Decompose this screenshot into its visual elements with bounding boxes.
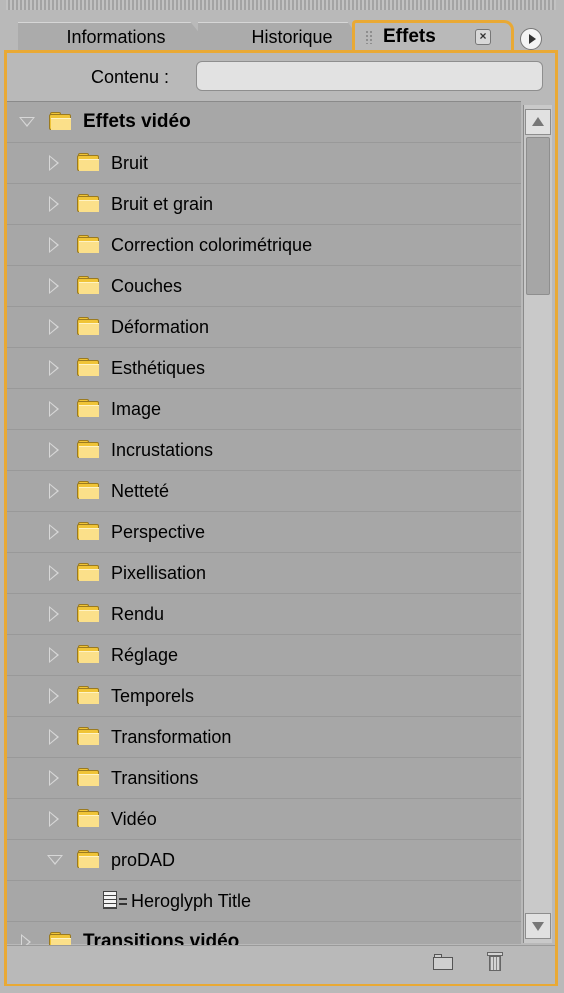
tree-item-label: Déformation: [111, 317, 210, 337]
disclosure-collapsed-icon[interactable]: [49, 811, 59, 827]
tree-folder-item[interactable]: Temporels: [7, 676, 521, 717]
tree-folder-item[interactable]: Transformation: [7, 717, 521, 758]
disclosure-collapsed-icon[interactable]: [49, 278, 59, 294]
folder-icon: [77, 850, 99, 868]
folder-icon: [77, 563, 99, 581]
disclosure-collapsed-icon[interactable]: [49, 565, 59, 581]
tree-folder-item[interactable]: Déformation: [7, 307, 521, 348]
disclosure-collapsed-icon[interactable]: [49, 729, 59, 745]
tab-effets-label: Effets: [383, 26, 436, 47]
tree-folder-item[interactable]: Correction colorimétrique: [7, 225, 521, 266]
tree-folder-item[interactable]: Transitions: [7, 758, 521, 799]
folder-icon: [77, 399, 99, 417]
search-input[interactable]: [196, 61, 543, 91]
tree-folder-item[interactable]: Image: [7, 389, 521, 430]
tree-item-label: Pixellisation: [111, 563, 207, 583]
scroll-thumb[interactable]: [526, 137, 550, 295]
tree-folder-item[interactable]: Bruit: [7, 143, 521, 184]
tree-item-label: Effets vidéo: [83, 111, 191, 132]
tree-folder-item[interactable]: Effets vidéo: [7, 102, 521, 143]
tree-folder-item[interactable]: Pixellisation: [7, 553, 521, 594]
disclosure-collapsed-icon[interactable]: [49, 155, 59, 171]
tree-item-label: Bruit et grain: [111, 194, 214, 214]
disclosure-collapsed-icon[interactable]: [49, 401, 59, 417]
tree-effect-item[interactable]: Heroglyph Title: [7, 881, 521, 922]
folder-icon: [77, 604, 99, 622]
tree-folder-item[interactable]: Netteté: [7, 471, 521, 512]
tab-bar: Informations Historique Effets ×: [0, 8, 564, 52]
effects-panel: Contenu : Effets vidéo Bruit Bruit et grai…: [4, 50, 558, 986]
tree-item-label: Netteté: [111, 481, 170, 501]
tree-folder-item[interactable]: Réglage: [7, 635, 521, 676]
disclosure-collapsed-icon[interactable]: [49, 483, 59, 499]
folder-icon: [77, 194, 99, 212]
search-label: Contenu :: [91, 67, 170, 87]
tree-folder-item[interactable]: Perspective: [7, 512, 521, 553]
tree-item-label: Esthétiques: [111, 358, 206, 378]
disclosure-collapsed-icon[interactable]: [49, 196, 59, 212]
close-icon[interactable]: ×: [475, 29, 491, 45]
tree-folder-item[interactable]: Incrustations: [7, 430, 521, 471]
folder-icon: [49, 112, 71, 130]
folder-icon: [77, 276, 99, 294]
folder-icon: [77, 727, 99, 745]
trash-icon[interactable]: [487, 952, 503, 972]
tree-item-label: proDAD: [111, 850, 176, 870]
folder-icon: [77, 440, 99, 458]
disclosure-expanded-icon[interactable]: [47, 855, 63, 865]
tree-folder-item[interactable]: Rendu: [7, 594, 521, 635]
folder-icon: [77, 768, 99, 786]
folder-icon: [77, 522, 99, 540]
folder-icon: [77, 686, 99, 704]
tree-item-label: Rendu: [111, 604, 165, 624]
folder-icon: [77, 809, 99, 827]
panel-footer: [7, 945, 555, 984]
tab-effets[interactable]: Effets ×: [352, 20, 514, 52]
panel-menu-icon[interactable]: [520, 28, 542, 50]
disclosure-collapsed-icon[interactable]: [49, 442, 59, 458]
disclosure-collapsed-icon[interactable]: [49, 770, 59, 786]
tree-folder-item[interactable]: Bruit et grain: [7, 184, 521, 225]
scroll-up-icon[interactable]: [525, 109, 551, 135]
tab-historique[interactable]: Historique: [198, 22, 368, 50]
folder-icon: [77, 153, 99, 171]
tree-folder-item[interactable]: proDAD: [7, 840, 521, 881]
folder-icon: [77, 317, 99, 335]
folder-icon: [77, 645, 99, 663]
tree-folder-item[interactable]: Couches: [7, 266, 521, 307]
folder-icon: [77, 358, 99, 376]
tree-item-label: Perspective: [111, 522, 206, 542]
effects-tree[interactable]: Effets vidéo Bruit Bruit et grain Correctio…: [7, 101, 521, 963]
tree-item-label: Correction colorimétrique: [111, 235, 313, 255]
search-row: Contenu :: [7, 53, 555, 101]
effect-icon: [103, 891, 129, 911]
disclosure-collapsed-icon[interactable]: [49, 237, 59, 253]
disclosure-collapsed-icon[interactable]: [49, 360, 59, 376]
scroll-down-icon[interactable]: [525, 913, 551, 939]
tree-item-label: Vidéo: [111, 809, 157, 829]
tree-item-label: Temporels: [111, 686, 195, 706]
tree-item-label: Transitions: [111, 768, 199, 788]
tree-folder-item[interactable]: Vidéo: [7, 799, 521, 840]
tree-item-label: Incrustations: [111, 440, 214, 460]
tree-folder-item[interactable]: Esthétiques: [7, 348, 521, 389]
disclosure-collapsed-icon[interactable]: [49, 688, 59, 704]
tree-item-label: Réglage: [111, 645, 179, 665]
disclosure-collapsed-icon[interactable]: [49, 647, 59, 663]
new-bin-icon[interactable]: [433, 954, 453, 970]
tree-item-label: Bruit: [111, 153, 149, 173]
tree-item-label: Heroglyph Title: [131, 891, 252, 911]
tab-grip-icon[interactable]: [365, 30, 373, 44]
folder-icon: [77, 235, 99, 253]
vertical-scrollbar[interactable]: [523, 105, 552, 943]
tree-item-label: Image: [111, 399, 162, 419]
tab-informations[interactable]: Informations: [18, 22, 214, 51]
tree-item-label: Transformation: [111, 727, 232, 747]
disclosure-collapsed-icon[interactable]: [49, 319, 59, 335]
folder-icon: [77, 481, 99, 499]
disclosure-collapsed-icon[interactable]: [49, 524, 59, 540]
tree-item-label: Couches: [111, 276, 183, 296]
disclosure-collapsed-icon[interactable]: [49, 606, 59, 622]
disclosure-expanded-icon[interactable]: [19, 117, 35, 127]
